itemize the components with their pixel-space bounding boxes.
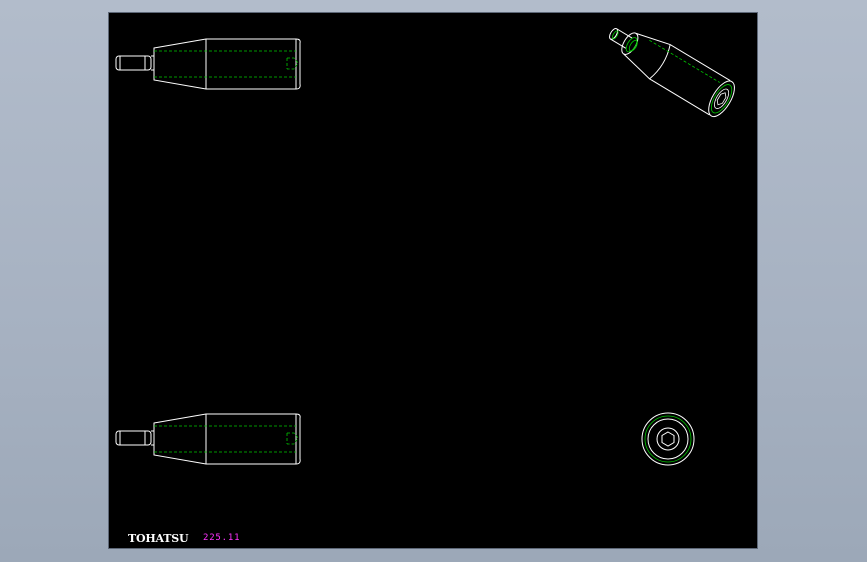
cad-drawing	[115, 28, 735, 466]
shaft-outline	[115, 430, 152, 446]
grip-outline	[153, 413, 301, 465]
brand-label: TOHATSU	[128, 532, 189, 545]
shaft-outline	[115, 55, 152, 71]
isometric-view	[609, 28, 735, 118]
grip-outline	[153, 38, 301, 90]
side-view-bottom	[115, 413, 301, 465]
hex-socket-shape	[716, 92, 727, 106]
side-view-top	[115, 38, 301, 90]
drawing-viewport[interactable]: TOHATSU 225.11	[108, 12, 758, 549]
hex-socket-shape	[661, 431, 675, 447]
end-view	[641, 412, 695, 466]
part-number: 225.11	[203, 533, 241, 543]
